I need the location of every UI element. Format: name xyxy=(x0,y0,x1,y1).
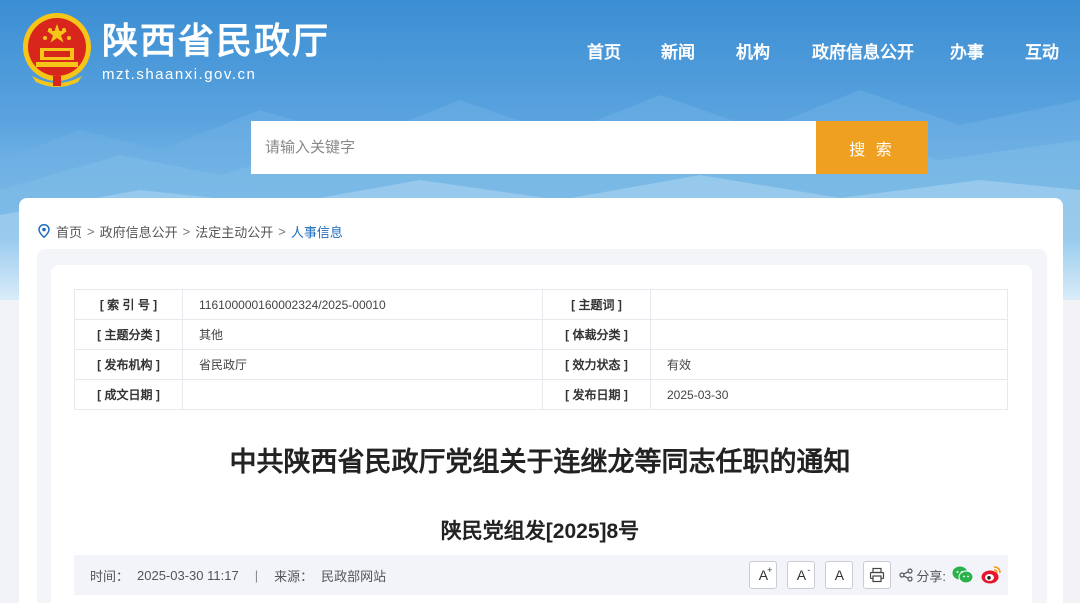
share-label: 分享: xyxy=(899,566,946,585)
topic-label: [ 主题分类 ] xyxy=(74,319,183,350)
source-label: 来源： xyxy=(274,568,314,584)
search-button[interactable]: 搜 索 xyxy=(816,121,928,174)
nav-interaction[interactable]: 互动 xyxy=(1025,38,1059,63)
breadcrumb-home[interactable]: 首页 xyxy=(56,222,82,241)
plus-icon: + xyxy=(767,565,773,575)
table-row: [ 成文日期 ] [ 发布日期 ] 2025-03-30 xyxy=(74,379,1008,410)
status-label: [ 效力状态 ] xyxy=(542,349,651,380)
document-number: 陕民党组发[2025]8号 xyxy=(440,520,640,543)
issuer-value: 省民政厅 xyxy=(182,349,543,380)
document-meta-table: [ 索 引 号 ] 116100000160002324/2025-00010 … xyxy=(74,289,1008,410)
breadcrumb-separator: > xyxy=(182,223,191,239)
minus-icon: - xyxy=(807,565,811,575)
genre-label: [ 体裁分类 ] xyxy=(542,319,651,350)
site-url: mzt.shaanxi.gov.cn xyxy=(102,66,257,83)
print-button[interactable] xyxy=(863,561,892,589)
printer-icon xyxy=(870,567,885,583)
main-nav: 首页 新闻 机构 政府信息公开 办事 互动 xyxy=(0,38,1080,64)
nav-home[interactable]: 首页 xyxy=(587,38,621,63)
time-label: 时间： xyxy=(90,568,130,584)
weibo-icon[interactable] xyxy=(980,565,1002,585)
breadcrumb-separator: > xyxy=(87,223,95,239)
breadcrumb-gov-info[interactable]: 政府信息公开 xyxy=(100,222,178,241)
table-row: [ 发布机构 ] 省民政厅 [ 效力状态 ] 有效 xyxy=(74,349,1008,380)
nav-services[interactable]: 办事 xyxy=(950,38,984,63)
document-title: 中共陕西省民政厅党组关于连继龙等同志任职的通知 xyxy=(229,447,851,477)
nav-news[interactable]: 新闻 xyxy=(661,38,695,63)
nav-gov-info-disclosure[interactable]: 政府信息公开 xyxy=(812,38,914,63)
location-pin-icon xyxy=(38,224,50,238)
published-date-label: [ 发布日期 ] xyxy=(542,379,651,410)
written-date-value xyxy=(182,379,543,410)
source-value: 民政部网站 xyxy=(321,568,387,584)
font-decrease-label: A xyxy=(796,567,807,583)
breadcrumb-statutory[interactable]: 法定主动公开 xyxy=(195,222,273,241)
time-value: 2025-03-30 11:17 xyxy=(137,567,239,583)
wechat-icon[interactable] xyxy=(952,565,974,585)
nav-organization[interactable]: 机构 xyxy=(736,38,770,63)
index-label: [ 索 引 号 ] xyxy=(74,289,183,320)
breadcrumb-personnel-info[interactable]: 人事信息 xyxy=(291,222,343,241)
toolbar: A + A- A 分享: xyxy=(739,561,1002,589)
document-info-bar: 时间： 2025-03-30 11:17 | 来源： 民政部网站 A + A- A xyxy=(74,555,1008,595)
table-row: [ 主题分类 ] 其他 [ 体裁分类 ] xyxy=(74,319,1008,350)
share-text: 分享: xyxy=(916,568,946,584)
genre-value xyxy=(650,319,1008,350)
info-divider: | xyxy=(254,567,259,583)
share-icon xyxy=(899,568,913,582)
written-date-label: [ 成文日期 ] xyxy=(74,379,183,410)
index-value: 116100000160002324/2025-00010 xyxy=(182,289,543,320)
font-increase-button[interactable]: A + xyxy=(749,561,778,589)
table-row: [ 索 引 号 ] 116100000160002324/2025-00010 … xyxy=(74,289,1008,320)
breadcrumb: 首页 > 政府信息公开 > 法定主动公开 > 人事信息 xyxy=(38,222,343,240)
keyword-value xyxy=(650,289,1008,320)
font-decrease-button[interactable]: A- xyxy=(787,561,816,589)
keyword-label: [ 主题词 ] xyxy=(542,289,651,320)
search-input[interactable] xyxy=(251,121,816,174)
font-reset-button[interactable]: A xyxy=(825,561,854,589)
font-reset-label: A xyxy=(834,567,845,583)
status-value: 有效 xyxy=(650,349,1008,380)
breadcrumb-separator: > xyxy=(278,223,286,239)
published-date-value: 2025-03-30 xyxy=(650,379,1008,410)
topic-value: 其他 xyxy=(182,319,543,350)
issuer-label: [ 发布机构 ] xyxy=(74,349,183,380)
